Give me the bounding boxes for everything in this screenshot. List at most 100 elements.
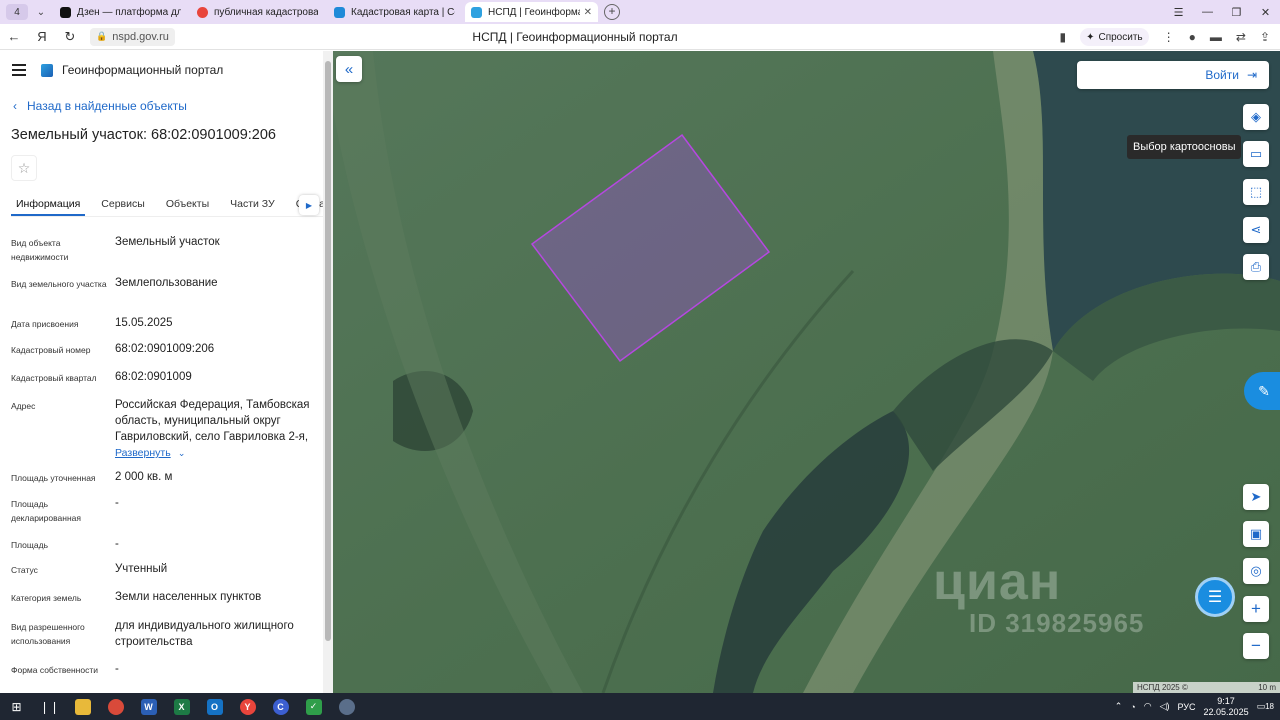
field-value: 2 000 кв. м — [115, 471, 173, 483]
area-select-icon[interactable]: ⬚ — [1243, 179, 1269, 205]
attribution-text: НСПД 2025 © — [1137, 683, 1188, 692]
bookmark-icon[interactable]: ▮ — [1059, 30, 1066, 44]
geolocation-icon[interactable]: ◎ — [1243, 558, 1269, 584]
collapse-panel-icon[interactable]: « — [336, 56, 362, 82]
print-icon[interactable]: ⎙ — [1243, 254, 1269, 280]
windows-start-icon[interactable]: ⊞ — [0, 700, 33, 714]
task-view-icon[interactable]: ❘❘ — [33, 700, 66, 714]
shield-icon[interactable]: ✓ — [297, 698, 330, 715]
chrome-icon[interactable] — [99, 698, 132, 715]
field-label: Площадь уточненная — [11, 473, 96, 483]
field-value: Российская Федерация, Тамбовская область… — [115, 397, 315, 461]
map-view[interactable]: « Войти ⇥ ◈ Выбор картоосновы ▭ ⬚ ⋖ ⎙ ✎ … — [333, 51, 1280, 693]
object-title: Земельный участок: 68:02:0901009:206 — [11, 127, 276, 143]
chevron-down-icon[interactable]: ⌄ — [32, 4, 50, 20]
clock[interactable]: 9:17 22.05.2025 — [1204, 696, 1249, 718]
network-icon[interactable]: ◔ — [1130, 702, 1135, 712]
address-bar: ← Я ↻ 🔒 nspd.gov.ru НСПД | Геоинформацио… — [0, 24, 1280, 50]
picture-in-picture-icon[interactable]: ▣ — [1243, 521, 1269, 547]
browser-tab[interactable]: публичная кадастровая к — [191, 2, 324, 22]
chevron-down-icon: ⌄ — [177, 448, 186, 458]
field-label: Площадь — [11, 540, 49, 550]
file-explorer-icon[interactable] — [66, 698, 99, 715]
wifi-icon[interactable]: ◠ — [1144, 701, 1152, 712]
word-icon[interactable]: W — [132, 698, 165, 715]
close-icon[interactable]: ✕ — [584, 7, 592, 18]
cian-watermark: циан ID 319825965 — [933, 556, 1144, 638]
navigate-icon[interactable]: ➤ — [1243, 484, 1269, 510]
browser-tab[interactable]: Кадастровая карта | Серв — [328, 2, 461, 22]
restore-icon[interactable]: ❐ — [1222, 6, 1251, 19]
chat-icon[interactable]: ☰ — [1195, 577, 1235, 617]
field-label: Форма собственности — [11, 665, 98, 675]
feedback-widget-icon[interactable]: ✎ — [1244, 372, 1280, 410]
tab-count-badge[interactable]: 4 — [6, 4, 28, 20]
tab-label: Дзен — платформа для п — [77, 6, 181, 18]
more-icon[interactable]: ⋮ — [1163, 30, 1175, 44]
reload-icon[interactable]: ↻ — [56, 29, 84, 45]
portal-brand: Геоинформационный портал — [62, 63, 224, 77]
back-to-results-link[interactable]: ‹ Назад в найденные объекты — [13, 99, 187, 113]
watermark-id: ID 319825965 — [969, 608, 1145, 638]
tab-objects[interactable]: Объекты — [161, 191, 214, 216]
translate-icon[interactable]: ⇄ — [1236, 30, 1246, 44]
tab-parcel-parts[interactable]: Части ЗУ — [225, 191, 280, 216]
notification-count: 18 — [1265, 702, 1274, 711]
login-label: Войти — [1205, 68, 1239, 82]
language-indicator[interactable]: РУС — [1178, 702, 1196, 712]
share-icon[interactable]: ⇪ — [1260, 30, 1270, 44]
yandex-icon[interactable]: Я — [28, 29, 56, 44]
layers-icon[interactable]: ◈ — [1243, 104, 1269, 130]
minimize-icon[interactable]: — — [1193, 6, 1222, 18]
tabs-scroll-right-icon[interactable]: ▶ — [299, 195, 319, 215]
extension-icon[interactable]: ● — [1189, 30, 1196, 44]
outlook-icon[interactable]: O — [198, 698, 231, 715]
zoom-out-button[interactable]: − — [1243, 633, 1269, 659]
browser-tabbar: 4 ⌄ Дзен — платформа для п публичная кад… — [0, 0, 1280, 24]
favorite-star-icon[interactable]: ☆ — [11, 155, 37, 181]
panel-header: Геоинформационный портал — [12, 63, 223, 77]
downloads-icon[interactable]: ▬ — [1210, 30, 1222, 44]
zoom-in-button[interactable]: + — [1243, 596, 1269, 622]
hamburger-menu-icon[interactable] — [12, 64, 26, 76]
tab-label: публичная кадастровая к — [214, 6, 318, 18]
ask-button[interactable]: ✦ Спросить — [1080, 28, 1149, 46]
scale-bar: 10 m — [1258, 683, 1276, 692]
panel-scrollbar[interactable] — [323, 51, 333, 693]
menu-icon[interactable]: ☰ — [1164, 6, 1193, 19]
volume-icon[interactable]: ◁) — [1160, 701, 1170, 712]
map-attribution: НСПД 2025 © 10 m — [1133, 682, 1280, 693]
close-icon[interactable]: ✕ — [1251, 6, 1280, 19]
browser-tab-active[interactable]: НСПД | Геоинформацио ✕ — [465, 2, 598, 22]
parcel-boundary[interactable] — [530, 133, 771, 363]
tab-label: Кадастровая карта | Серв — [351, 6, 455, 18]
notifications-icon[interactable]: ▭ — [1257, 701, 1266, 712]
browser-tab[interactable]: Дзен — платформа для п — [54, 2, 187, 22]
app-bird-icon[interactable] — [330, 698, 363, 715]
window-controls: ☰ — ❐ ✕ — [1164, 0, 1280, 24]
share-icon[interactable]: ⋖ — [1243, 217, 1269, 243]
os-taskbar: ⊞ ❘❘ W X O Y C ✓ ⌃ ◔ ◠ ◁) РУС 9:17 22.05… — [0, 693, 1280, 720]
expand-link[interactable]: Развернуть — [115, 447, 171, 459]
back-arrow-icon[interactable]: ← — [0, 29, 28, 44]
field-value: Учтенный — [115, 563, 168, 575]
excel-icon[interactable]: X — [165, 698, 198, 715]
yandex-browser-icon[interactable]: Y — [231, 698, 264, 715]
new-tab-button[interactable]: + — [604, 4, 620, 20]
field-label: Категория земель — [11, 593, 82, 603]
object-info-panel: Геоинформационный портал ‹ Назад в найде… — [0, 51, 333, 693]
tab-services[interactable]: Сервисы — [96, 191, 150, 216]
chevron-up-icon[interactable]: ⌃ — [1115, 701, 1123, 712]
field-label: Статус — [11, 565, 38, 575]
ask-label: Спросить — [1098, 31, 1143, 43]
back-label: Назад в найденные объекты — [27, 99, 187, 113]
login-button[interactable]: Войти ⇥ — [1077, 61, 1269, 89]
url-field[interactable]: 🔒 nspd.gov.ru — [90, 27, 175, 46]
tab-information[interactable]: Информация — [11, 191, 86, 216]
app-icon[interactable]: C — [264, 698, 297, 715]
scrollbar-thumb[interactable] — [325, 61, 331, 641]
ruler-icon[interactable]: ▭ — [1243, 141, 1269, 167]
field-value: Земельный участок — [115, 236, 220, 248]
field-value: 68:02:0901009 — [115, 371, 192, 383]
field-label: Дата присвоения — [11, 319, 79, 329]
